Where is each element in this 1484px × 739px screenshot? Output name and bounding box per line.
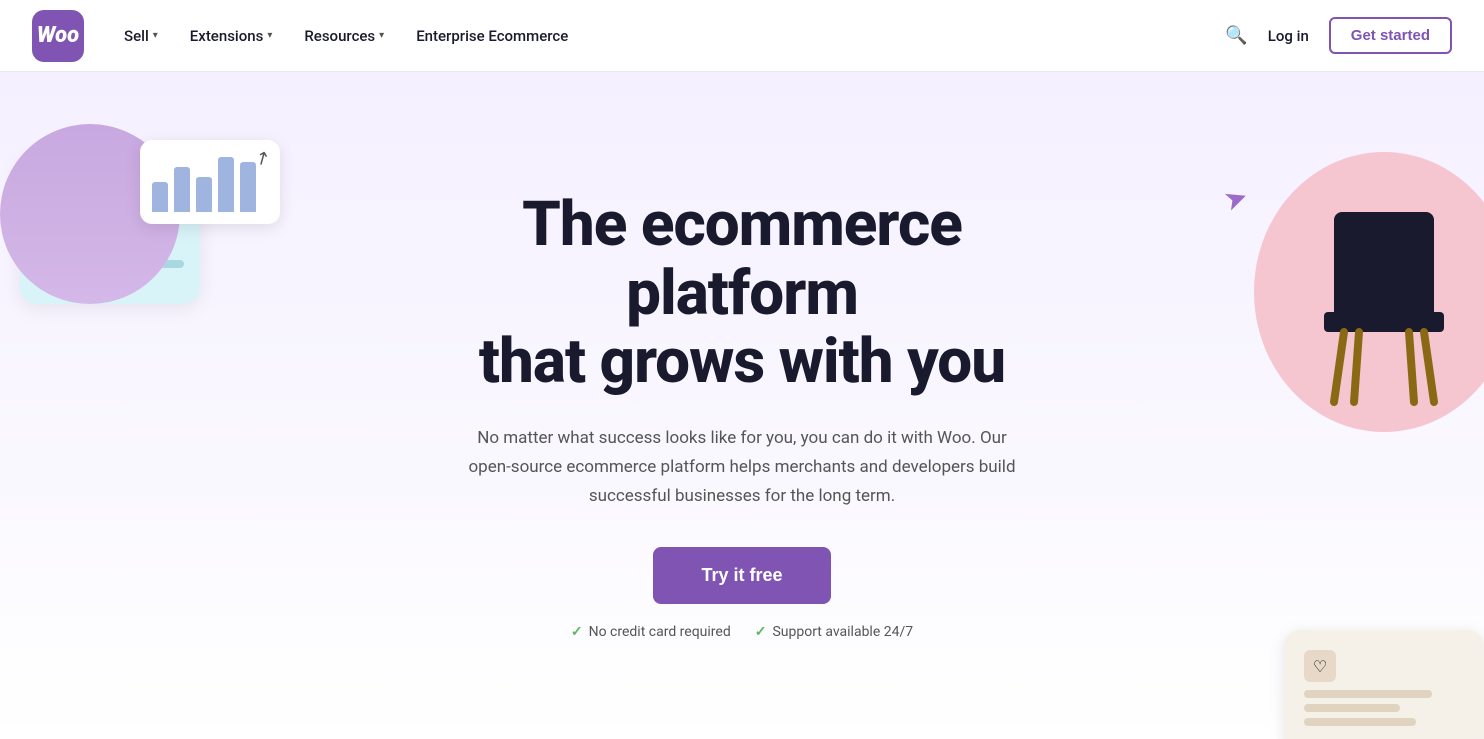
nav-links: Sell ▾ Extensions ▾ Resources ▾ Enterpri… bbox=[124, 27, 1225, 45]
logo[interactable]: Woo bbox=[32, 10, 84, 62]
hero-right-decoration: ➤ ♡ bbox=[1184, 152, 1484, 712]
support-badge: ✓ Support available 24/7 bbox=[755, 624, 913, 640]
cushion-line-3 bbox=[1304, 718, 1416, 726]
cushion-card: ♡ bbox=[1284, 630, 1484, 739]
hero-subtitle: No matter what success looks like for yo… bbox=[462, 424, 1022, 511]
chart-bars bbox=[152, 152, 268, 212]
extensions-chevron-icon: ▾ bbox=[267, 30, 272, 41]
cushion-line-1 bbox=[1304, 690, 1432, 698]
hero-center: The ecommerce platform that grows with y… bbox=[382, 131, 1102, 679]
login-link[interactable]: Log in bbox=[1268, 27, 1309, 45]
nav-right: 🔍 Log in Get started bbox=[1225, 17, 1452, 54]
nav-enterprise[interactable]: Enterprise Ecommerce bbox=[416, 27, 568, 45]
hero-title: The ecommerce platform that grows with y… bbox=[402, 191, 1082, 396]
bar-4 bbox=[218, 157, 234, 212]
sell-chevron-icon: ▾ bbox=[153, 30, 158, 41]
bar-5 bbox=[240, 162, 256, 212]
chart-card: ↗ bbox=[140, 140, 280, 224]
bar-2 bbox=[174, 167, 190, 212]
cushion-line-2 bbox=[1304, 704, 1400, 712]
get-started-button[interactable]: Get started bbox=[1329, 17, 1452, 54]
navbar: Woo Sell ▾ Extensions ▾ Resources ▾ Ente… bbox=[0, 0, 1484, 72]
nav-sell[interactable]: Sell ▾ bbox=[124, 27, 158, 45]
try-free-button[interactable]: Try it free bbox=[653, 547, 830, 604]
cushion-lines bbox=[1304, 690, 1464, 726]
hero-badges: ✓ No credit card required ✓ Support avai… bbox=[402, 624, 1082, 640]
bar-1 bbox=[152, 182, 168, 212]
nav-extensions[interactable]: Extensions ▾ bbox=[190, 27, 273, 45]
chair-image bbox=[1304, 192, 1464, 416]
hero-left-decoration: + ↗ bbox=[0, 152, 240, 304]
bar-3 bbox=[196, 177, 212, 212]
check-icon-1: ✓ bbox=[571, 624, 583, 640]
logo-box: Woo bbox=[32, 10, 84, 62]
check-icon-2: ✓ bbox=[755, 624, 767, 640]
resources-chevron-icon: ▾ bbox=[379, 30, 384, 41]
chair-svg bbox=[1304, 192, 1464, 412]
nav-resources[interactable]: Resources ▾ bbox=[304, 27, 384, 45]
no-credit-card-badge: ✓ No credit card required bbox=[571, 624, 731, 640]
logo-text: Woo bbox=[37, 23, 79, 48]
search-icon[interactable]: 🔍 bbox=[1225, 25, 1247, 46]
heart-icon: ♡ bbox=[1304, 650, 1336, 682]
arrow-decoration-icon: ➤ bbox=[1219, 179, 1252, 218]
hero-section: + ↗ The ecommerce platform that gro bbox=[0, 72, 1484, 739]
